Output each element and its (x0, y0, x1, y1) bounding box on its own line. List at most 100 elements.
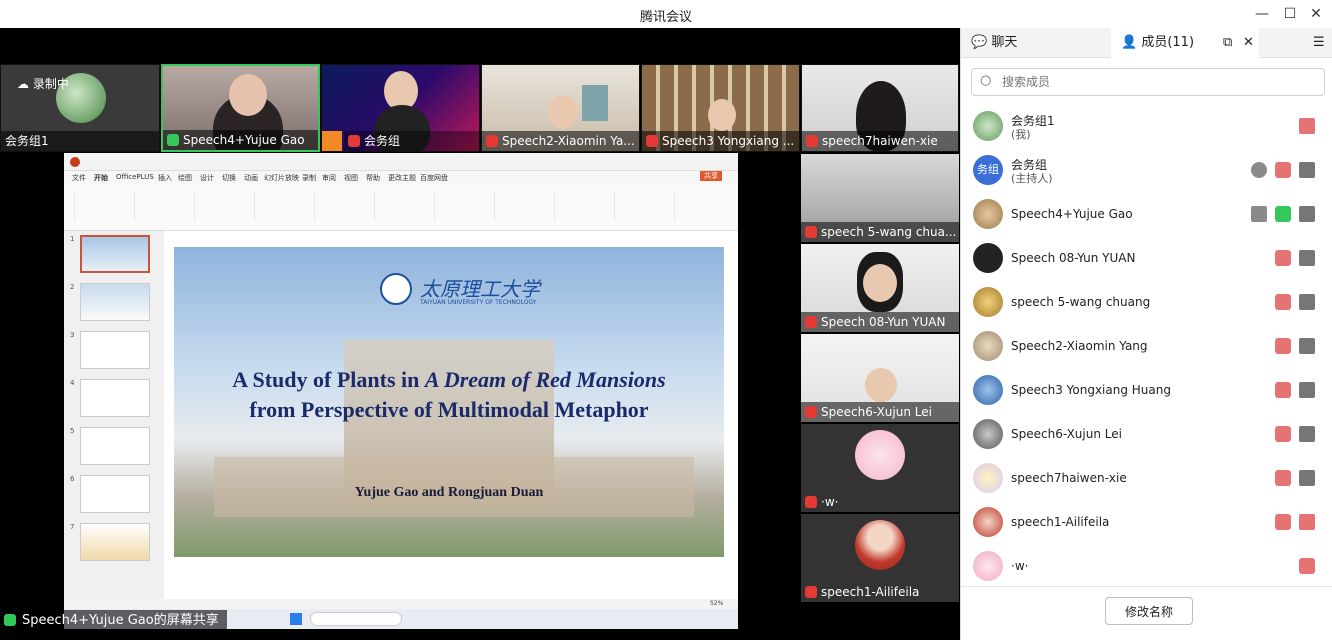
camera-icon[interactable] (1299, 338, 1315, 354)
video-tile-speech1[interactable]: speech1-Ailifeila (801, 514, 959, 602)
video-tile-huiwuzu1[interactable]: ☁ 录制中 会务组1 (0, 64, 160, 152)
member-item[interactable]: Speech4+Yujue Gao (961, 192, 1332, 236)
avatar (973, 111, 1003, 141)
person-face (863, 264, 897, 302)
camera-off-icon[interactable] (1299, 514, 1315, 530)
search-input[interactable] (1002, 73, 1302, 91)
mic-muted-icon[interactable] (1275, 514, 1291, 530)
menu-transition[interactable]: 切换 (222, 173, 236, 183)
camera-icon[interactable] (1299, 294, 1315, 310)
menu-help[interactable]: 帮助 (366, 173, 380, 183)
video-tile-speech4[interactable]: Speech4+Yujue Gao (161, 64, 320, 152)
tile-name: speech7haiwen-xie (802, 131, 958, 151)
mic-muted-icon[interactable] (1275, 338, 1291, 354)
menu-record[interactable]: 录制 (302, 173, 316, 183)
video-tile-speech7[interactable]: speech7haiwen-xie (801, 64, 959, 152)
mic-on-icon (167, 134, 179, 146)
camera-icon[interactable] (1299, 426, 1315, 442)
camera-icon[interactable] (1299, 206, 1315, 222)
close-window-button[interactable]: ✕ (1306, 4, 1326, 24)
menu-baidu[interactable]: 百度网盘 (420, 173, 448, 183)
menu-insert[interactable]: 插入 (158, 173, 172, 183)
tile-name: Speech4+Yujue Gao (163, 130, 318, 150)
mic-muted-icon[interactable] (1275, 470, 1291, 486)
slide-title-line1: A Study of Plants in A Dream of Red Mans… (232, 367, 666, 392)
mic-muted-icon[interactable] (1275, 382, 1291, 398)
member-item[interactable]: Speech 08-Yun YUAN (961, 236, 1332, 280)
menu-officeplus[interactable]: OfficePLUS (116, 173, 154, 181)
camera-icon[interactable] (1299, 162, 1315, 178)
popout-icon[interactable]: ⧉ (1223, 28, 1232, 58)
ppt-ribbon (64, 185, 738, 231)
camera-icon[interactable] (1299, 382, 1315, 398)
menu-home[interactable]: 开始 (94, 173, 108, 183)
thumb-5[interactable] (80, 427, 150, 465)
member-item[interactable]: Speech6-Xujun Lei (961, 412, 1332, 456)
mic-on-icon (4, 614, 16, 626)
mic-muted-icon[interactable] (1275, 426, 1291, 442)
mic-muted-icon[interactable] (1299, 558, 1315, 574)
member-item[interactable]: speech1-Ailifeila (961, 500, 1332, 544)
maximize-button[interactable]: ☐ (1280, 4, 1300, 24)
slide-title-line2: from Perspective of Multimodal Metaphor (249, 397, 649, 422)
camera-icon[interactable] (1299, 470, 1315, 486)
shared-screen[interactable]: 文件 开始 OfficePLUS 插入 绘图 设计 切换 动画 幻灯片放映 录制… (64, 153, 738, 629)
member-item[interactable]: Speech2-Xiaomin Yang (961, 324, 1332, 368)
thumb-7[interactable] (80, 523, 150, 561)
menu-review[interactable]: 审阅 (322, 173, 336, 183)
thumb-2[interactable] (80, 283, 150, 321)
video-tile-speech2[interactable]: Speech2-Xiaomin Ya... (481, 64, 640, 152)
member-item[interactable]: Speech3 Yongxiang Huang (961, 368, 1332, 412)
menu-icon[interactable]: ☰ (1313, 28, 1325, 58)
member-item[interactable]: 务组 会务组 (主持人) (961, 148, 1332, 192)
taskbar-search[interactable] (310, 612, 402, 626)
video-tile-speech6[interactable]: Speech6-Xujun Lei (801, 334, 959, 422)
slide-canvas[interactable]: 太原理工大学 TAIYUAN UNIVERSITY OF TECHNOLOGY … (174, 247, 724, 557)
ppt-share-button[interactable]: 共享 (700, 171, 722, 181)
tab-members[interactable]: 👤 成员(11) (1111, 28, 1259, 58)
tile-name: 会务组1 (1, 131, 159, 151)
member-item[interactable]: speech 5-wang chuang (961, 280, 1332, 324)
menu-animation[interactable]: 动画 (244, 173, 258, 183)
member-item[interactable]: 会务组1 (我) (961, 104, 1332, 148)
menu-draw[interactable]: 绘图 (178, 173, 192, 183)
video-tile-speech08[interactable]: Speech 08-Yun YUAN (801, 244, 959, 332)
close-panel-icon[interactable]: ✕ (1243, 28, 1254, 58)
member-role: (主持人) (1011, 172, 1053, 185)
member-item[interactable]: ·w· (961, 544, 1332, 588)
window-title: 腾讯会议 (639, 10, 692, 25)
member-name: speech1-Ailifeila (1011, 515, 1110, 529)
thumb-1[interactable] (80, 235, 150, 273)
tab-chat[interactable]: 💬 聊天 (971, 28, 1017, 58)
camera-icon[interactable] (1299, 250, 1315, 266)
member-item[interactable]: speech7haiwen-xie (961, 456, 1332, 500)
video-tile-speech5[interactable]: speech 5-wang chua... (801, 154, 959, 242)
thumb-6[interactable] (80, 475, 150, 513)
mic-muted-icon[interactable] (1275, 294, 1291, 310)
member-search[interactable]: ○ (971, 68, 1325, 96)
person-face (708, 99, 736, 131)
menu-view[interactable]: 视图 (344, 173, 358, 183)
thumb-4[interactable] (80, 379, 150, 417)
video-tile-w[interactable]: ·w· (801, 424, 959, 512)
mic-on-icon[interactable] (1275, 206, 1291, 222)
mic-muted-icon[interactable] (1275, 162, 1291, 178)
minimize-button[interactable]: — (1252, 4, 1272, 24)
slide-authors: Yujue Gao and Rongjuan Duan (354, 485, 544, 500)
university-name-en: TAIYUAN UNIVERSITY OF TECHNOLOGY (420, 299, 537, 306)
wall-picture (582, 85, 608, 121)
tile-name: speech1-Ailifeila (801, 582, 959, 602)
menu-theme[interactable]: 更改主题 (388, 173, 416, 183)
video-tile-speech3[interactable]: Speech3 Yongxiang ... (641, 64, 800, 152)
rename-button[interactable]: 修改名称 (1105, 597, 1193, 625)
person-face (865, 368, 897, 402)
menu-design[interactable]: 设计 (200, 173, 214, 183)
menu-file[interactable]: 文件 (72, 173, 86, 183)
mic-muted-icon[interactable] (1275, 250, 1291, 266)
avatar (855, 520, 905, 570)
windows-start-icon[interactable] (290, 613, 302, 625)
thumb-3[interactable] (80, 331, 150, 369)
menu-slideshow[interactable]: 幻灯片放映 (264, 173, 299, 183)
video-tile-huiwuzu[interactable]: 会务组 (321, 64, 480, 152)
camera-off-icon[interactable] (1299, 118, 1315, 134)
